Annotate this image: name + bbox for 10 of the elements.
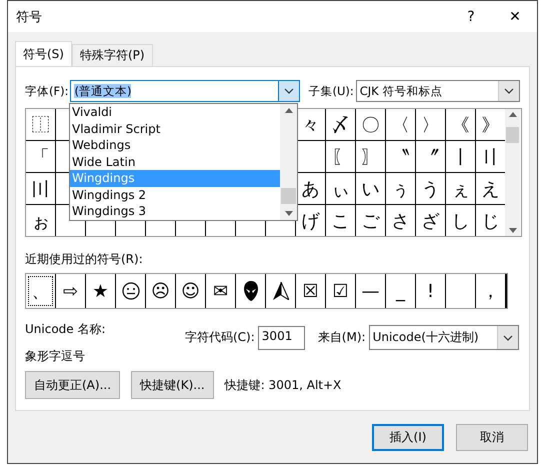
recent-label: 近期使用过的符号(R): (25, 251, 144, 268)
unicode-name-value: 象形字逗号 (25, 348, 86, 365)
shortcut-key-text: 快捷键: 3001, Alt+X (224, 376, 342, 394)
from-label: 来自(M): (318, 329, 366, 346)
font-label: 字体(F): (25, 84, 68, 98)
font-value: (普通文本) (74, 84, 132, 98)
char-code-label: 字符代码(C): (185, 329, 255, 346)
subset-label: 子集(U): (308, 84, 354, 98)
unicode-name-label: Unicode 名称: (25, 321, 107, 338)
window-title: 符号 (16, 8, 43, 26)
